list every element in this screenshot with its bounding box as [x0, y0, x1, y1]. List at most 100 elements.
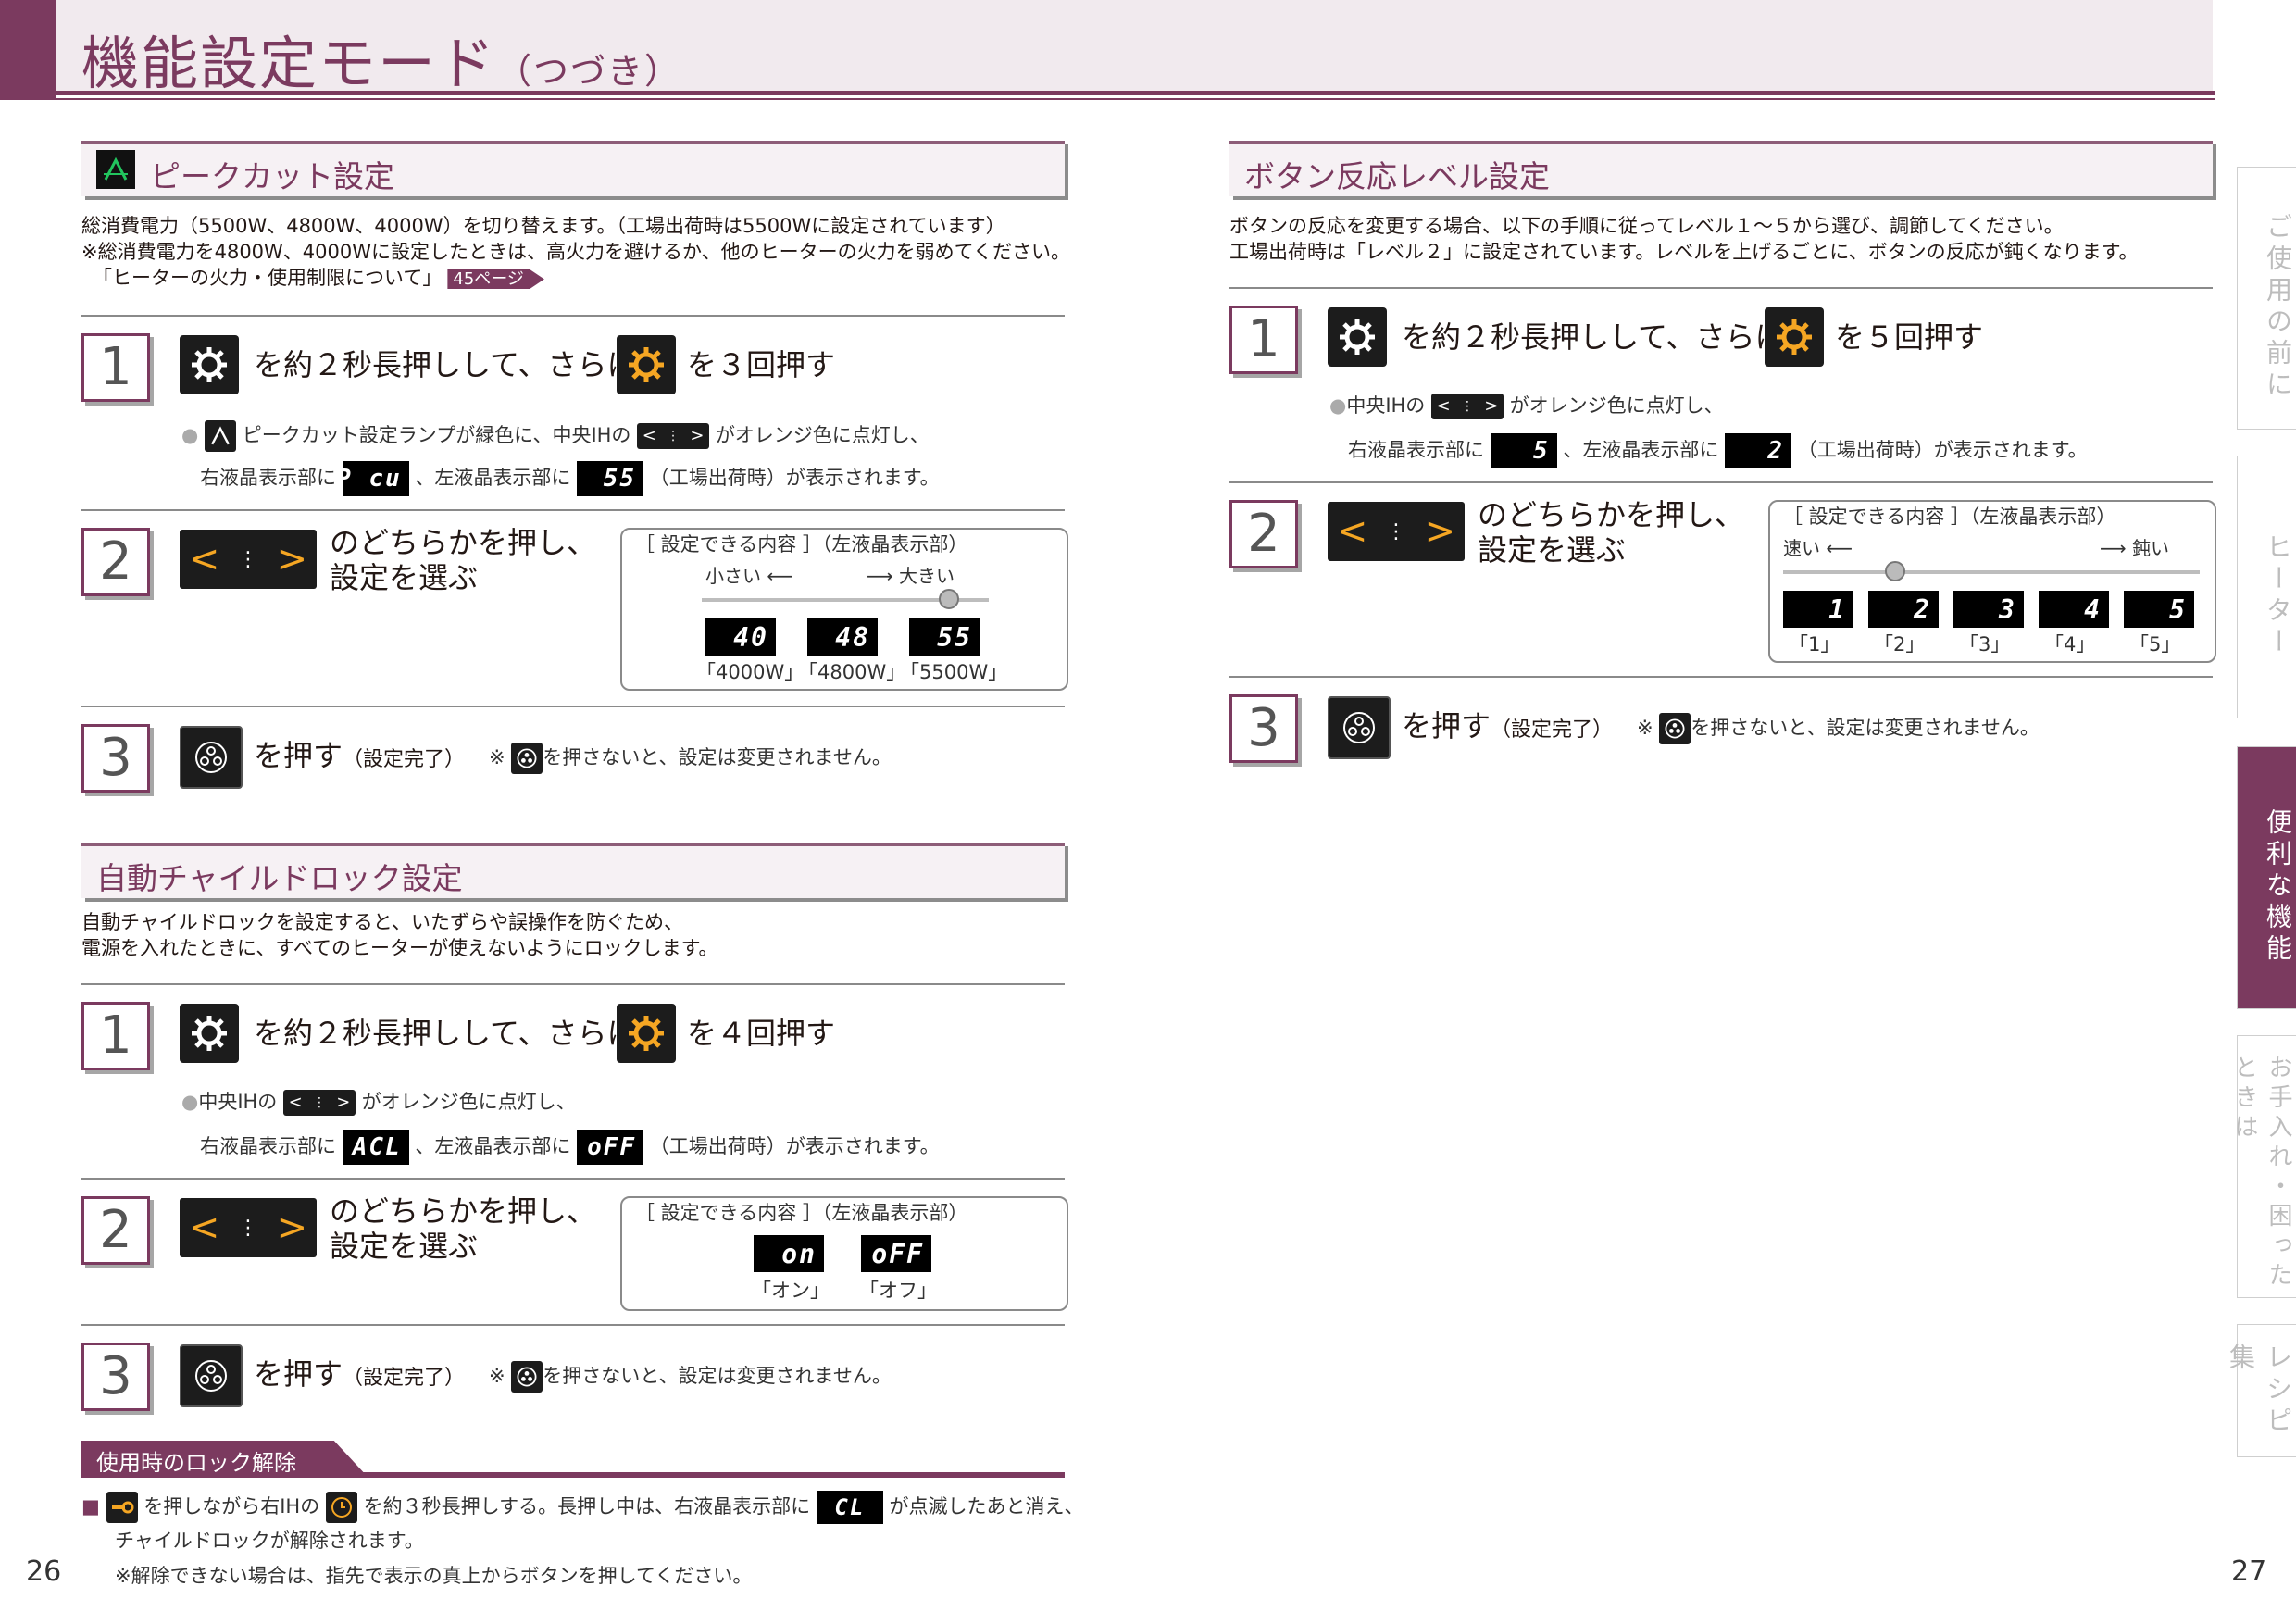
- step-text: 設定を選ぶ: [330, 560, 479, 595]
- options-box: ［ 設定できる内容 ］（左液晶表示部） 速い ⟵ ⟶ 鈍い 1 2 3 4 5 …: [1768, 500, 2216, 663]
- side-tab-heater[interactable]: ヒーター: [2237, 456, 2296, 718]
- arrow-buttons-icon: < ⋮ >: [637, 423, 710, 449]
- step-text: を約２秒長押しして、さらに: [1402, 319, 1785, 355]
- header-tab: [0, 0, 56, 100]
- unlock-line-2: チャイルドロックが解除されます。: [115, 1530, 424, 1552]
- key-lock-icon: [106, 1492, 138, 1523]
- confirm-button-icon: [511, 1361, 543, 1393]
- side-tab-convenient[interactable]: 便利な機能: [2237, 746, 2296, 1009]
- step-text: 設定を選ぶ: [330, 1229, 479, 1264]
- peak-cut-icon: [96, 150, 135, 189]
- section-button-response: ボタン反応レベル設定: [1229, 141, 2213, 196]
- confirm-button-icon: [1328, 696, 1391, 759]
- side-tab-before-use[interactable]: ご使用の前に: [2237, 167, 2296, 430]
- divider: [1229, 481, 2213, 483]
- settings-gear-button-icon: [180, 335, 239, 394]
- option-label: 「2」: [1874, 633, 1926, 656]
- step-number: 3: [1229, 694, 1298, 763]
- blinking-lcd: CL: [816, 1491, 883, 1524]
- step-text: を押す（設定完了）: [254, 738, 466, 773]
- step-note: 右液晶表示部に P cu 、左液晶表示部に 55 （工場出荷時）が表示されます。: [200, 461, 940, 496]
- arrow-buttons-icon: < ⋮ >: [180, 1198, 317, 1257]
- option-label: 「オン」: [752, 1280, 830, 1302]
- step-text: を約２秒長押しして、さらに: [254, 347, 637, 382]
- option-lcd: 48: [807, 618, 878, 656]
- left-lcd: oFF: [577, 1130, 644, 1165]
- step-text: を５回押す: [1835, 319, 1984, 355]
- step-text: を押す（設定完了）: [1402, 708, 1614, 743]
- page-number-right: 27: [2231, 1555, 2267, 1588]
- arrow-buttons-icon: < ⋮ >: [283, 1090, 356, 1116]
- confirm-button-icon: [180, 1344, 243, 1407]
- option-lcd: 4: [2039, 591, 2109, 628]
- arrow-buttons-icon: < ⋮ >: [180, 530, 317, 589]
- scale-min-label: 小さい ⟵: [705, 565, 794, 587]
- divider: [1229, 676, 2213, 678]
- button-desc-1: ボタンの反応を変更する場合、以下の手順に従ってレベル１～５から選び、調節してくだ…: [1229, 215, 2064, 237]
- scale-min-label: 速い ⟵: [1783, 537, 1853, 559]
- step-number: 1: [81, 1002, 150, 1070]
- unlock-line-1: ■ を押しながら右IHの を約３秒長押しする。長押し中は、右液晶表示部に CL …: [81, 1491, 1084, 1524]
- option-lcd: oFF: [861, 1235, 931, 1272]
- step-text: を３回押す: [687, 347, 836, 382]
- step-text: を約２秒長押しして、さらに: [254, 1016, 637, 1051]
- page-ref-badge[interactable]: 45ページ: [447, 269, 544, 289]
- option-label: 「1」: [1789, 633, 1841, 656]
- peak-desc-1: 総消費電力（5500W、4800W、4000W）を切り替えます。（工場出荷時は5…: [81, 215, 1005, 237]
- left-lcd: 55: [577, 461, 644, 496]
- options-box: ［ 設定できる内容 ］（左液晶表示部） 小さい ⟵ ⟶ 大きい 40 48 55…: [620, 528, 1068, 691]
- peak-desc-2: ※総消費電力を4800W、4000Wに設定したときは、高火力を避けるか、他のヒー…: [81, 241, 1070, 263]
- left-lcd: 2: [1725, 433, 1792, 468]
- option-lcd: 55: [909, 618, 980, 656]
- settings-gear-button-icon: [1328, 307, 1387, 367]
- divider: [81, 315, 1065, 317]
- child-desc-2: 電源を入れたときに、すべてのヒーターが使えないようにロックします。: [81, 937, 718, 959]
- side-tab-recipes[interactable]: レシピ集: [2226, 1324, 2296, 1457]
- option-label: 「5500W」: [900, 661, 1008, 683]
- divider: [81, 1178, 1065, 1180]
- option-lcd: 1: [1783, 591, 1853, 628]
- orange-gear-button-icon: [1765, 307, 1824, 367]
- arrow-buttons-icon: < ⋮ >: [1328, 502, 1465, 561]
- confirm-button-icon: [511, 743, 543, 774]
- peak-cut-icon: [205, 420, 237, 452]
- box-title: ［ 設定できる内容 ］（左液晶表示部）: [635, 1202, 968, 1224]
- step-text: のどちらかを押し、: [1478, 497, 1745, 532]
- unlock-line-3: ※解除できない場合は、指先で表示の真上からボタンを押してください。: [115, 1565, 753, 1587]
- option-lcd: 40: [705, 618, 776, 656]
- step-number: 3: [81, 1343, 150, 1411]
- option-label: 「オフ」: [859, 1280, 937, 1302]
- step-text: のどちらかを押し、: [330, 525, 597, 560]
- step-note: 右液晶表示部に ACL 、左液晶表示部に oFF （工場出荷時）が表示されます。: [200, 1130, 940, 1165]
- confirm-button-icon: [180, 726, 243, 789]
- step-note: ● ピークカット設定ランプが緑色に、中央IHの < ⋮ > がオレンジ色に点灯し、: [181, 420, 930, 452]
- step-number: 2: [1229, 500, 1298, 568]
- step-number: 1: [81, 333, 150, 402]
- scale-knob: [1885, 561, 1905, 581]
- step-note: ●中央IHの < ⋮ > がオレンジ色に点灯し、: [1329, 393, 1724, 419]
- step-note: ※ を押さないと、設定は変更されません。: [489, 743, 892, 774]
- option-label: 「5」: [2129, 633, 2181, 656]
- right-lcd: ACL: [342, 1130, 409, 1165]
- right-lcd: P cu: [336, 461, 409, 496]
- scale-max-label: ⟶ 大きい: [867, 565, 955, 587]
- step-text: のどちらかを押し、: [330, 1193, 597, 1229]
- step-number: 2: [81, 528, 150, 596]
- child-desc-1: 自動チャイルドロックを設定すると、いたずらや誤操作を防ぐため、: [81, 911, 683, 933]
- step-text: 設定を選ぶ: [1478, 532, 1627, 568]
- section-peak-cut: ピークカット設定: [81, 141, 1065, 196]
- scale-track: [1783, 570, 2200, 574]
- option-label: 「4000W」: [696, 661, 805, 683]
- divider: [81, 706, 1065, 707]
- option-label: 「3」: [1959, 633, 2011, 656]
- options-box: ［ 設定できる内容 ］（左液晶表示部） on oFF 「オン」 「オフ」: [620, 1196, 1068, 1311]
- option-lcd: on: [754, 1235, 824, 1272]
- section-title: 自動チャイルドロック設定: [96, 860, 463, 896]
- scale-knob: [939, 589, 959, 609]
- orange-gear-button-icon: [617, 335, 676, 394]
- side-tab-care[interactable]: お手入れ・困ったときは: [2230, 1035, 2296, 1298]
- divider: [81, 509, 1065, 511]
- option-lcd: 3: [1953, 591, 2024, 628]
- step-text: を４回押す: [687, 1016, 836, 1051]
- step-note: ※ を押さないと、設定は変更されません。: [489, 1361, 892, 1393]
